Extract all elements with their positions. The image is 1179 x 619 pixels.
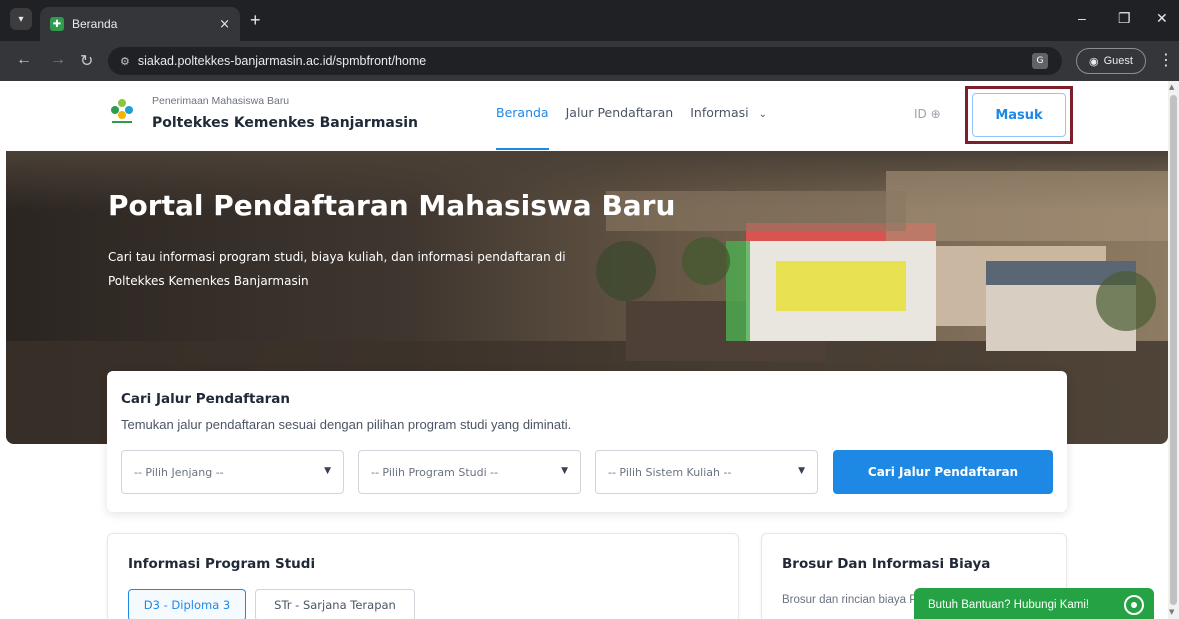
caret-down-icon: ▼ (324, 466, 331, 476)
caret-down-icon: ▼ (561, 466, 568, 476)
select-sistem-value: -- Pilih Sistem Kuliah -- (608, 465, 732, 479)
help-label: Butuh Bantuan? Hubungi Kami! (928, 599, 1090, 611)
tab-d3-diploma[interactable]: D3 - Diploma 3 (128, 589, 246, 619)
program-studi-card: Informasi Program Studi D3 - Diploma 3 S… (107, 533, 739, 619)
tab-search-icon[interactable]: ▾ (10, 8, 32, 30)
url-text[interactable]: siakad.poltekkes-banjarmasin.ac.id/spmbf… (138, 54, 426, 68)
select-program-studi[interactable]: -- Pilih Program Studi -- ▼ (358, 450, 581, 494)
restore-icon[interactable]: ❐ (1118, 10, 1131, 27)
reload-icon[interactable]: ↻ (80, 51, 93, 71)
hero-description: Cari tau informasi program studi, biaya … (108, 250, 566, 288)
language-switch[interactable]: ID ⊕ (914, 107, 941, 121)
window-close-icon[interactable]: ✕ (1156, 10, 1168, 27)
select-prodi-value: -- Pilih Program Studi -- (371, 465, 499, 479)
address-bar[interactable]: ⚙ siakad.poltekkes-banjarmasin.ac.id/spm… (108, 47, 1062, 75)
main-nav: Beranda Jalur Pendaftaran Informasi ⌄ (496, 105, 767, 150)
plus-icon[interactable]: + (250, 10, 261, 31)
select-jenjang-value: -- Pilih Jenjang -- (134, 465, 224, 479)
forward-icon[interactable]: → (50, 51, 66, 69)
brand-title[interactable]: Poltekkes Kemenkes Banjarmasin (152, 115, 418, 131)
chevron-down-icon: ⌄ (758, 109, 767, 120)
language-code: ID (914, 107, 927, 121)
search-title: Cari Jalur Pendaftaran (121, 391, 290, 407)
search-jalur-card: Cari Jalur Pendaftaran Temukan jalur pen… (107, 371, 1067, 512)
close-icon[interactable]: × (219, 17, 230, 32)
hero-title: Portal Pendaftaran Mahasiswa Baru (108, 189, 676, 222)
site-info-icon[interactable]: ⚙ (120, 55, 130, 68)
caret-down-icon: ▼ (798, 466, 805, 476)
nav-beranda[interactable]: Beranda (496, 105, 549, 150)
page-viewport: Penerimaan Mahasiswa Baru Poltekkes Keme… (0, 81, 1168, 619)
minimize-icon[interactable]: – (1078, 10, 1086, 26)
page-scrollbar[interactable]: ▲ ▼ (1168, 81, 1179, 619)
profile-icon: ◉ (1089, 55, 1099, 68)
profile-button[interactable]: ◉ Guest (1076, 48, 1146, 74)
site-header: Penerimaan Mahasiswa Baru Poltekkes Keme… (0, 81, 1168, 151)
cari-jalur-button[interactable]: Cari Jalur Pendaftaran (833, 450, 1053, 494)
profile-label: Guest (1103, 55, 1133, 67)
browser-toolbar: ← → ↻ ⚙ siakad.poltekkes-banjarmasin.ac.… (0, 41, 1179, 81)
whatsapp-icon (1124, 595, 1144, 615)
globe-icon: ⊕ (930, 107, 941, 121)
login-button[interactable]: Masuk (972, 93, 1066, 137)
scroll-up-icon[interactable]: ▲ (1169, 83, 1174, 91)
kemenkes-logo[interactable] (108, 97, 136, 125)
back-icon[interactable]: ← (16, 51, 32, 69)
nav-informasi[interactable]: Informasi ⌄ (690, 105, 767, 120)
favicon: ✚ (50, 17, 64, 31)
help-whatsapp-button[interactable]: Butuh Bantuan? Hubungi Kami! (914, 588, 1154, 619)
brosur-title: Brosur Dan Informasi Biaya (782, 556, 991, 572)
select-jenjang[interactable]: -- Pilih Jenjang -- ▼ (121, 450, 344, 494)
scrollbar-thumb[interactable] (1170, 95, 1177, 605)
search-description: Temukan jalur pendaftaran sesuai dengan … (121, 417, 572, 432)
kebab-menu-icon[interactable]: ⋮ (1158, 50, 1174, 69)
nav-jalur-pendaftaran[interactable]: Jalur Pendaftaran (566, 105, 674, 120)
tab-title: Beranda (72, 17, 118, 31)
browser-tab-beranda[interactable]: ✚ Beranda × (40, 7, 240, 41)
login-highlight-box: Masuk (965, 86, 1073, 144)
tab-str-sarjana-terapan[interactable]: STr - Sarjana Terapan (255, 589, 415, 619)
scroll-down-icon[interactable]: ▼ (1169, 608, 1174, 616)
brand-subtitle: Penerimaan Mahasiswa Baru (152, 95, 290, 107)
browser-tabstrip: ▾ ✚ Beranda × + – ❐ ✕ (0, 0, 1179, 41)
nav-informasi-label: Informasi (690, 105, 749, 120)
program-studi-title: Informasi Program Studi (128, 556, 316, 572)
select-sistem-kuliah[interactable]: -- Pilih Sistem Kuliah -- ▼ (595, 450, 818, 494)
translate-icon[interactable]: G (1032, 53, 1048, 69)
